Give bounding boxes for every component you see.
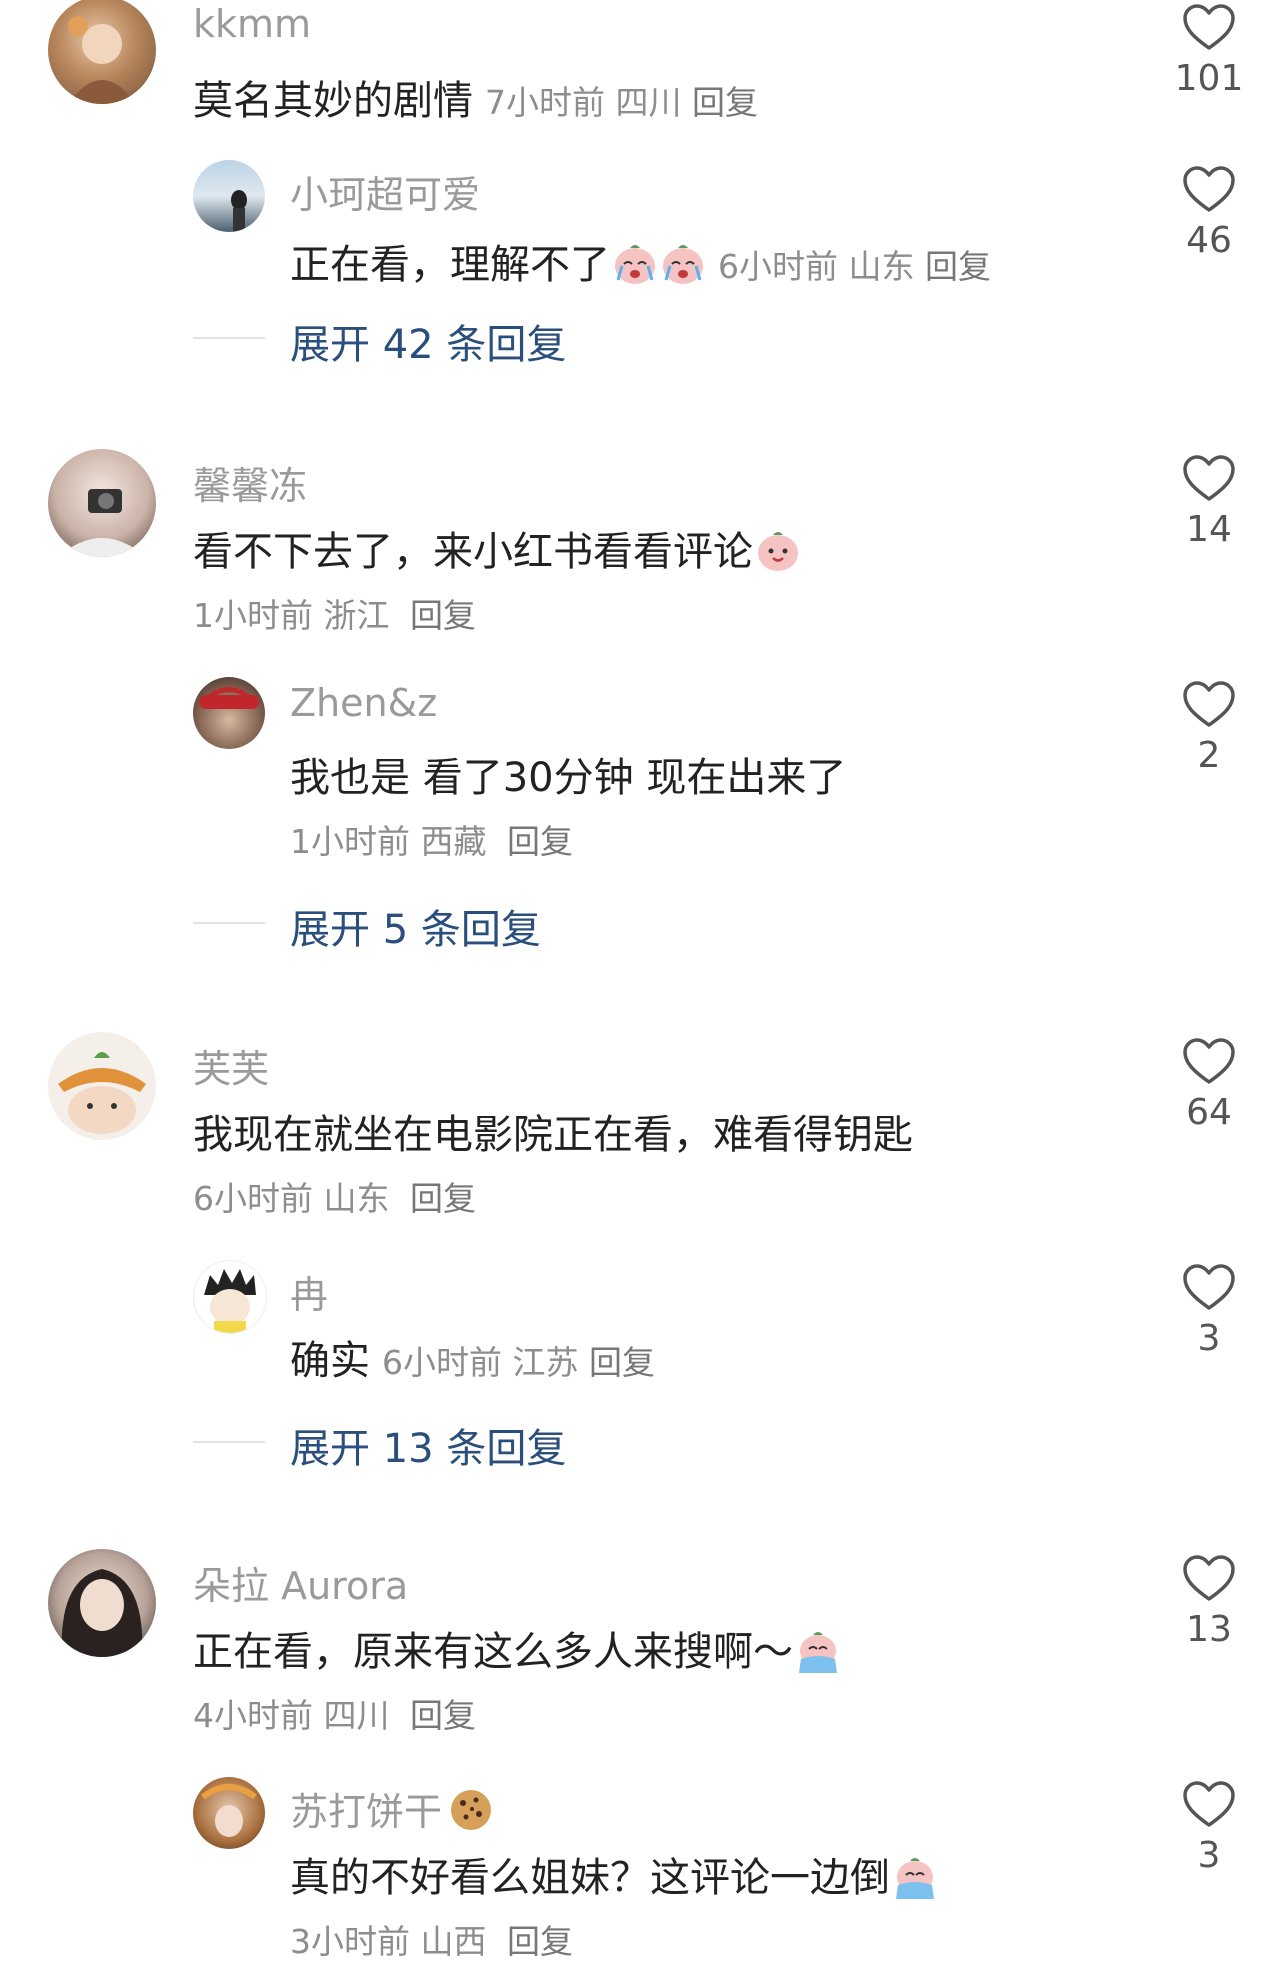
like-count: 46 (1186, 220, 1232, 261)
like-count: 3 (1197, 1318, 1221, 1359)
reply-time: 1小时前 (290, 822, 410, 861)
reply-meta: 6小时前 山东 回复 (718, 247, 991, 286)
comment-location: 浙江 (323, 596, 390, 635)
cookie-icon (451, 1790, 492, 1830)
divider (193, 922, 265, 924)
reply-button[interactable]: 回复 (692, 83, 758, 122)
username[interactable]: 芙芙 (193, 1038, 269, 1093)
reply-time: 3小时前 (290, 1922, 410, 1961)
comment-body: 看不下去了，来小红书看看评论 (193, 529, 753, 575)
avatar[interactable] (48, 1549, 156, 1657)
like-count: 3 (1197, 1835, 1221, 1876)
reply-text: 正在看，理解不了 6小时前 山东 回复 (290, 232, 991, 290)
comment-text: 我现在就坐在电影院正在看，难看得钥匙 (193, 1112, 913, 1158)
avatar[interactable] (193, 1260, 267, 1334)
reply-location: 山西 (420, 1922, 487, 1961)
divider (193, 1441, 265, 1443)
comment-meta: 6小时前 山东 回复 (193, 1172, 476, 1220)
username[interactable]: 冉 (290, 1264, 328, 1319)
reply-time: 6小时前 (718, 247, 838, 286)
like-button[interactable]: 3 (1169, 1264, 1249, 1359)
comment-time: 4小时前 (193, 1696, 313, 1735)
comment-location: 四川 (323, 1696, 390, 1735)
comment-location: 山东 (323, 1179, 390, 1218)
like-count: 64 (1186, 1092, 1232, 1133)
comment-meta: 4小时前 四川 回复 (193, 1689, 476, 1737)
smile-emoji-icon (758, 532, 798, 571)
reply-text: 我也是 看了30分钟 现在出来了 (290, 755, 847, 801)
username[interactable]: 小珂超可爱 (290, 164, 480, 219)
username[interactable]: Zhen&z (290, 681, 437, 725)
crying-emoji-icon (799, 1632, 837, 1673)
reply-button[interactable]: 回复 (507, 822, 573, 861)
heart-icon (1183, 166, 1235, 212)
reply-location: 江苏 (512, 1343, 579, 1382)
heart-icon (1183, 1264, 1235, 1310)
comment-meta: 1小时前 浙江 回复 (193, 589, 476, 637)
comment-location: 四川 (615, 83, 682, 122)
like-button[interactable]: 2 (1169, 681, 1249, 776)
like-button[interactable]: 101 (1169, 4, 1249, 99)
username[interactable]: 朵拉 Aurora (193, 1555, 408, 1610)
reply-text: 确实 6小时前 江苏 回复 (290, 1328, 655, 1386)
avatar[interactable] (48, 1032, 156, 1140)
crying-emoji-icon (615, 245, 655, 284)
avatar[interactable] (193, 1777, 265, 1849)
avatar[interactable] (193, 160, 265, 232)
reply-button[interactable]: 回复 (507, 1922, 573, 1961)
reply-body: 真的不好看么姐妹？这评论一边倒 (290, 1855, 890, 1901)
expand-replies-button[interactable]: 展开 13 条回复 (290, 1416, 566, 1474)
comment-text: 莫名其妙的剧情 7小时前 四川 回复 (193, 68, 758, 126)
heart-icon (1183, 1781, 1235, 1827)
reply-meta: 1小时前 西藏 回复 (290, 815, 573, 863)
comment-text: 正在看，原来有这么多人来搜啊～ (193, 1619, 841, 1677)
comment-time: 7小时前 (485, 83, 605, 122)
comment-body: 正在看，原来有这么多人来搜啊～ (193, 1629, 793, 1675)
like-button[interactable]: 64 (1169, 1038, 1249, 1133)
reply-body: 确实 (290, 1338, 370, 1384)
username[interactable]: 苏打饼干 (290, 1781, 494, 1836)
reply-button[interactable]: 回复 (589, 1343, 655, 1382)
reply-text: 真的不好看么姐妹？这评论一边倒 (290, 1845, 938, 1903)
like-count: 13 (1186, 1609, 1232, 1650)
comment-meta: 7小时前 四川 回复 (485, 83, 758, 122)
heart-icon (1183, 1555, 1235, 1601)
heart-icon (1183, 4, 1235, 50)
reply-location: 山东 (848, 247, 915, 286)
username-text: 苏打饼干 (290, 1790, 443, 1834)
heart-icon (1183, 455, 1235, 501)
like-button[interactable]: 46 (1169, 166, 1249, 261)
like-count: 101 (1174, 58, 1244, 99)
reply-body: 正在看，理解不了 (290, 242, 610, 288)
comment-time: 6小时前 (193, 1179, 313, 1218)
username[interactable]: 馨馨冻 (193, 455, 307, 510)
avatar[interactable] (48, 449, 156, 557)
heart-icon (1183, 1038, 1235, 1084)
like-button[interactable]: 14 (1169, 455, 1249, 550)
like-count: 14 (1186, 509, 1232, 550)
like-count: 2 (1197, 735, 1221, 776)
reply-button[interactable]: 回复 (410, 1179, 476, 1218)
expand-replies-button[interactable]: 展开 42 条回复 (290, 312, 566, 370)
reply-meta: 3小时前 山西 回复 (290, 1915, 573, 1963)
crying-emoji-icon (896, 1858, 934, 1899)
like-button[interactable]: 3 (1169, 1781, 1249, 1876)
comment-text: 看不下去了，来小红书看看评论 (193, 519, 801, 577)
like-button[interactable]: 13 (1169, 1555, 1249, 1650)
reply-button[interactable]: 回复 (925, 247, 991, 286)
expand-replies-button[interactable]: 展开 5 条回复 (290, 897, 541, 955)
comment-body: 莫名其妙的剧情 (193, 78, 473, 124)
avatar[interactable] (193, 677, 265, 749)
avatar[interactable] (48, 0, 156, 104)
reply-location: 西藏 (420, 822, 487, 861)
reply-time: 6小时前 (382, 1343, 502, 1382)
reply-meta: 6小时前 江苏 回复 (382, 1343, 655, 1382)
reply-button[interactable]: 回复 (410, 1696, 476, 1735)
reply-button[interactable]: 回复 (410, 596, 476, 635)
crying-emoji-icon (663, 245, 703, 284)
divider (193, 337, 265, 339)
comment-time: 1小时前 (193, 596, 313, 635)
username[interactable]: kkmm (193, 2, 311, 46)
heart-icon (1183, 681, 1235, 727)
